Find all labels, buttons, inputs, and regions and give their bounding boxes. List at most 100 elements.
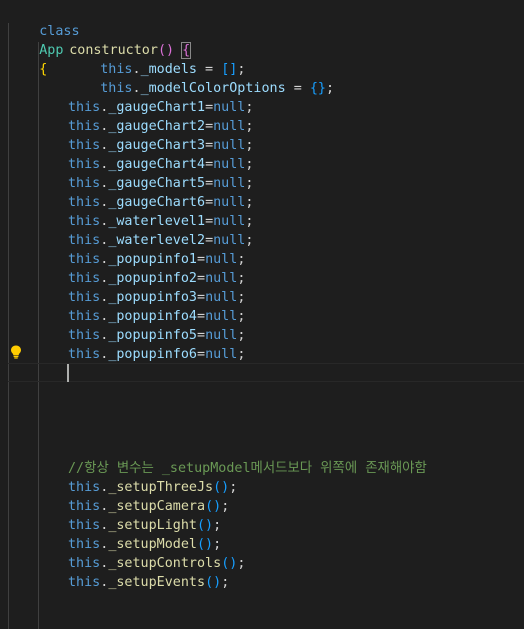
null-keyword: null (205, 347, 238, 362)
code-line[interactable]: this._popupinfo6=null; (68, 345, 245, 364)
this-keyword: this (68, 309, 101, 324)
method-name: _setupEvents (108, 575, 206, 590)
semicolon: ; (221, 499, 230, 514)
null-keyword: null (213, 100, 246, 115)
assign-op: = (197, 271, 206, 286)
assign-op: = (285, 81, 310, 96)
code-editor[interactable]: class App { constructor() { this._models… (0, 0, 524, 629)
call-parens: () (213, 480, 230, 495)
field-name: _popupinfo1 (108, 252, 197, 267)
semicolon: ; (221, 575, 230, 590)
this-keyword: this (68, 575, 101, 590)
assign-op: = (205, 119, 214, 134)
field-name: _waterlevel1 (108, 214, 206, 229)
code-line[interactable]: this._setupEvents(); (68, 573, 229, 592)
semicolon: ; (237, 328, 246, 343)
assign-op: = (205, 214, 214, 229)
call-parens: () (205, 499, 222, 514)
assign-op: = (205, 233, 214, 248)
assign-op: = (197, 328, 206, 343)
code-line[interactable]: this._modelColorOptions = {}; (68, 60, 334, 96)
code-line[interactable]: this._gaugeChart6=null; (68, 193, 253, 212)
assign-op: = (197, 252, 206, 267)
semicolon: ; (245, 233, 254, 248)
semicolon: ; (245, 195, 254, 210)
this-keyword: this (68, 290, 101, 305)
this-keyword: this (68, 480, 101, 495)
assign-op: = (197, 309, 206, 324)
code-line[interactable]: this._popupinfo5=null; (68, 326, 245, 345)
this-keyword: this (68, 252, 101, 267)
field-name: _gaugeChart3 (108, 138, 206, 153)
null-keyword: null (205, 252, 238, 267)
field-name: _popupinfo3 (108, 290, 197, 305)
code-line[interactable]: this._popupinfo3=null; (68, 288, 245, 307)
this-keyword: this (68, 347, 101, 362)
field-name: _waterlevel2 (108, 233, 206, 248)
semicolon: ; (245, 119, 254, 134)
indent-guide (38, 42, 39, 629)
indent-guide (8, 23, 9, 629)
code-line[interactable]: constructor() { (37, 22, 192, 59)
code-line[interactable]: this._gaugeChart5=null; (68, 174, 253, 193)
code-line[interactable]: this._setupThreeJs(); (68, 478, 237, 497)
this-keyword: this (68, 556, 101, 571)
field-name: _gaugeChart1 (108, 100, 206, 115)
semicolon: ; (326, 81, 335, 96)
lightbulb-icon[interactable] (10, 345, 22, 359)
call-parens: () (205, 575, 222, 590)
assign-op: = (205, 157, 214, 172)
this-keyword: this (68, 328, 101, 343)
semicolon: ; (245, 214, 254, 229)
field-name: _modelColorOptions (140, 81, 286, 96)
code-line[interactable]: this._popupinfo4=null; (68, 307, 245, 326)
assign-op: = (205, 195, 214, 210)
code-comment[interactable]: //항상 변수는 _setupModel메서드보다 위쪽에 존재해야함 (68, 459, 427, 478)
code-line[interactable]: this._setupModel(); (68, 535, 221, 554)
semicolon: ; (237, 271, 246, 286)
field-name: _popupinfo4 (108, 309, 197, 324)
code-line[interactable]: this._popupinfo1=null; (68, 250, 245, 269)
assign-op: = (205, 100, 214, 115)
code-line[interactable]: this._waterlevel1=null; (68, 212, 253, 231)
code-line[interactable]: this._gaugeChart4=null; (68, 155, 253, 174)
code-line[interactable]: this._waterlevel2=null; (68, 231, 253, 250)
null-keyword: null (205, 271, 238, 286)
code-line[interactable]: this._popupinfo2=null; (68, 269, 245, 288)
this-keyword: this (68, 271, 101, 286)
assign-op: = (197, 347, 206, 362)
this-keyword: this (68, 518, 101, 533)
field-name: _popupinfo6 (108, 347, 197, 362)
code-line[interactable]: this._setupControls(); (68, 554, 245, 573)
code-line[interactable]: this._setupCamera(); (68, 497, 229, 516)
code-line[interactable]: this._gaugeChart3=null; (68, 136, 253, 155)
this-keyword: this (68, 499, 101, 514)
field-name: _popupinfo2 (108, 271, 197, 286)
null-keyword: null (213, 119, 246, 134)
assign-op: = (205, 176, 214, 191)
semicolon: ; (213, 537, 222, 552)
this-keyword: this (68, 195, 101, 210)
semicolon: ; (237, 309, 246, 324)
semicolon: ; (237, 556, 246, 571)
assign-op: = (197, 290, 206, 305)
semicolon: ; (245, 176, 254, 191)
null-keyword: null (205, 290, 238, 305)
code-line[interactable]: class App { (7, 3, 79, 77)
null-keyword: null (213, 214, 246, 229)
call-parens: () (221, 556, 238, 571)
code-line[interactable]: this._gaugeChart1=null; (68, 98, 253, 117)
this-keyword: this (68, 176, 101, 191)
current-line-highlight (8, 363, 524, 382)
call-parens: () (197, 537, 214, 552)
code-line[interactable]: this._models = []; (68, 41, 245, 77)
this-keyword: this (100, 81, 133, 96)
null-keyword: null (213, 138, 246, 153)
call-parens: () (197, 518, 214, 533)
code-line[interactable]: this._setupLight(); (68, 516, 221, 535)
code-line[interactable]: this._gaugeChart2=null; (68, 117, 253, 136)
field-name: _gaugeChart6 (108, 195, 206, 210)
field-name: _popupinfo5 (108, 328, 197, 343)
this-keyword: this (68, 214, 101, 229)
semicolon: ; (245, 100, 254, 115)
